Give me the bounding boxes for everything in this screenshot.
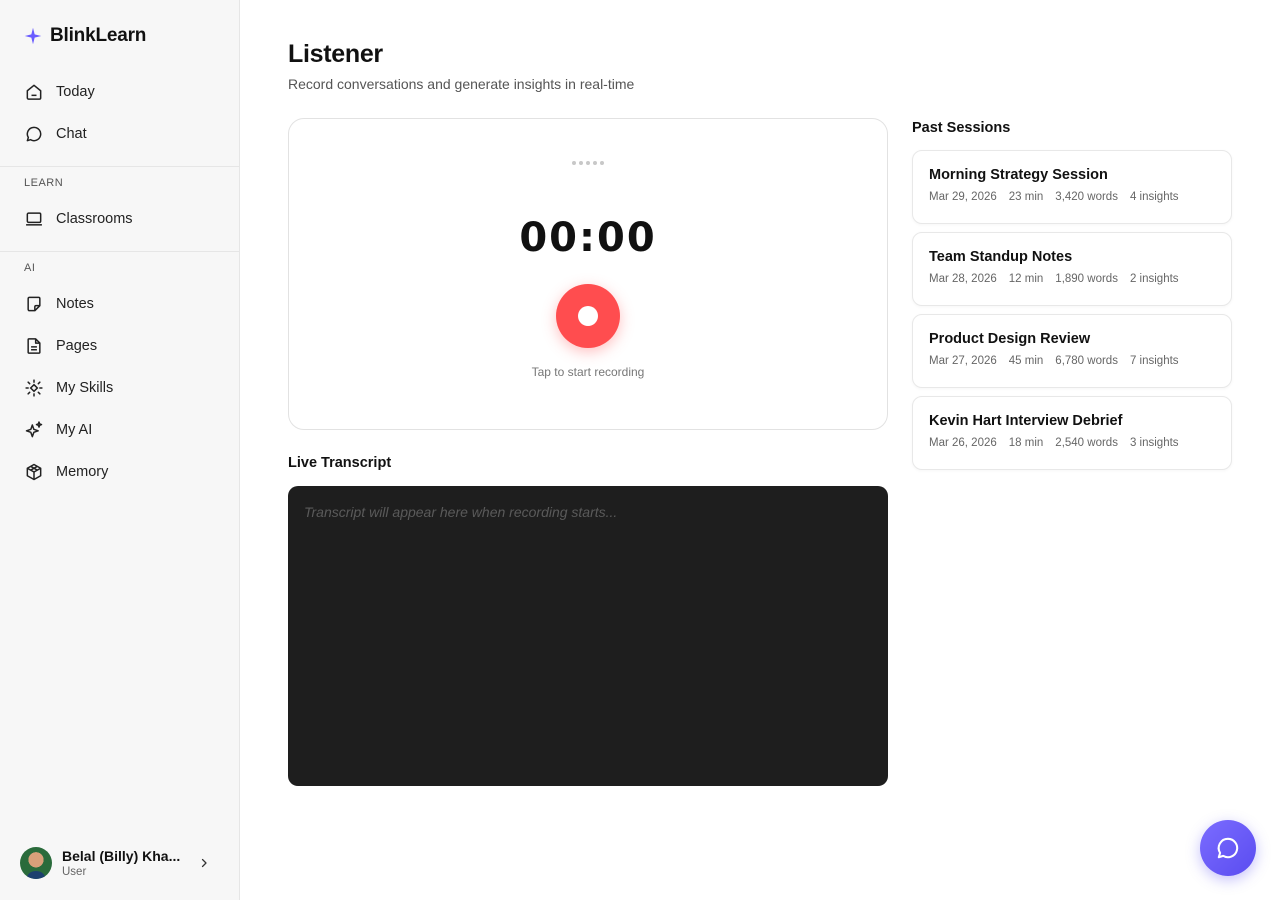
record-dot-icon [578, 306, 598, 326]
session-card[interactable]: Team Standup Notes Mar 28, 2026 12 min 1… [912, 232, 1232, 306]
chat-bubble-icon [24, 124, 44, 144]
home-icon [24, 82, 44, 102]
session-title: Morning Strategy Session [929, 167, 1108, 183]
session-words: 1,890 words [1055, 273, 1118, 285]
session-duration: 23 min [1008, 191, 1044, 203]
sidebar-item-classrooms[interactable]: Classrooms [24, 207, 224, 231]
session-duration: 18 min [1008, 437, 1044, 449]
past-sessions-title: Past Sessions [912, 120, 1011, 136]
brand-name: BlinkLearn [50, 25, 147, 46]
brand[interactable]: BlinkLearn [24, 24, 146, 48]
session-date: Mar 29, 2026 [929, 191, 997, 203]
session-insights: 7 insights [1129, 355, 1179, 367]
sidebar-item-memory[interactable]: Memory [24, 460, 224, 484]
skills-icon [24, 378, 44, 398]
user-name: Belal (Billy) Kha... [62, 848, 181, 864]
session-date: Mar 28, 2026 [929, 273, 997, 285]
sparkles-icon [24, 420, 44, 440]
session-words: 3,420 words [1055, 191, 1118, 203]
sidebar-item-label: Classrooms [56, 211, 133, 227]
cube-icon [24, 462, 44, 482]
session-date: Mar 26, 2026 [929, 437, 997, 449]
session-card[interactable]: Product Design Review Mar 27, 2026 45 mi… [912, 314, 1232, 388]
sidebar-item-pages[interactable]: Pages [24, 334, 224, 358]
live-transcript-title: Live Transcript [288, 455, 392, 471]
record-button[interactable] [556, 284, 620, 348]
chat-fab-button[interactable] [1200, 820, 1256, 876]
sidebar-divider [0, 166, 239, 167]
sidebar-item-my-ai[interactable]: My AI [24, 418, 224, 442]
section-label-ai: AI [24, 262, 36, 274]
sidebar-item-label: Today [56, 84, 95, 100]
sidebar-item-today[interactable]: Today [24, 80, 224, 104]
session-duration: 45 min [1008, 355, 1044, 367]
session-card[interactable]: Morning Strategy Session Mar 29, 2026 23… [912, 150, 1232, 224]
recorder-panel: 00:00 Tap to start recording [288, 118, 888, 430]
sidebar-item-notes[interactable]: Notes [24, 292, 224, 316]
waveform-dots-icon [289, 161, 887, 165]
session-title: Kevin Hart Interview Debrief [929, 413, 1123, 429]
chevron-right-icon [198, 856, 210, 868]
page-subtitle: Record conversations and generate insigh… [288, 76, 635, 92]
transcript-placeholder: Transcript will appear here when recordi… [304, 504, 618, 520]
session-words: 2,540 words [1055, 437, 1118, 449]
sparkle-logo-icon [24, 27, 42, 45]
transcript-panel[interactable]: Transcript will appear here when recordi… [288, 486, 888, 786]
sidebar-item-my-skills[interactable]: My Skills [24, 376, 224, 400]
sidebar-item-label: Notes [56, 296, 94, 312]
session-card[interactable]: Kevin Hart Interview Debrief Mar 26, 202… [912, 396, 1232, 470]
sidebar-divider [0, 251, 239, 252]
laptop-icon [24, 209, 44, 229]
chat-bubble-icon [1215, 835, 1241, 861]
note-icon [24, 294, 44, 314]
avatar [20, 847, 52, 879]
sidebar-item-label: My Skills [56, 380, 114, 396]
session-date: Mar 27, 2026 [929, 355, 997, 367]
session-duration: 12 min [1008, 273, 1044, 285]
session-words: 6,780 words [1055, 355, 1118, 367]
sidebar-item-label: Chat [56, 126, 87, 142]
sidebar-item-label: Memory [56, 464, 109, 480]
sidebar-item-chat[interactable]: Chat [24, 122, 224, 146]
session-title: Team Standup Notes [929, 249, 1073, 265]
sidebar: BlinkLearn Today Chat LEARN Classrooms A… [0, 0, 240, 900]
session-title: Product Design Review [929, 331, 1091, 347]
document-icon [24, 336, 44, 356]
session-insights: 4 insights [1129, 191, 1179, 203]
recording-timer: 00:00 [519, 215, 657, 261]
session-insights: 3 insights [1129, 437, 1179, 449]
page-title: Listener [288, 40, 383, 68]
section-label-learn: LEARN [24, 177, 64, 189]
record-hint: Tap to start recording [531, 365, 645, 379]
sidebar-item-label: Pages [56, 338, 98, 354]
user-role: User [62, 866, 87, 878]
user-profile-menu[interactable]: Belal (Billy) Kha... User [20, 846, 220, 880]
sidebar-item-label: My AI [56, 422, 93, 438]
session-insights: 2 insights [1129, 273, 1179, 285]
